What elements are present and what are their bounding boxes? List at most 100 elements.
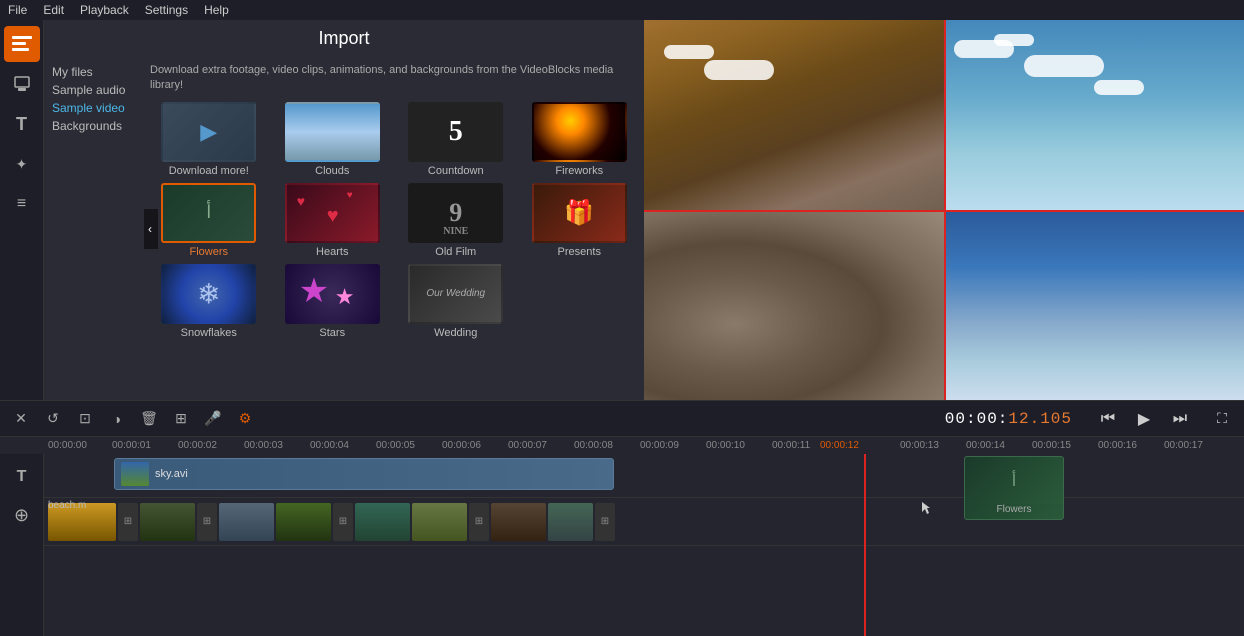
thumb-flowers[interactable]: أ Flowers	[150, 183, 268, 258]
timeline-tracks: sky.avi أ Flowers beach.m ⊞ ⊞	[44, 454, 1244, 636]
ruler-tick-8: 00:00:08	[574, 440, 613, 451]
tl-crop-btn[interactable]: ⊡	[72, 406, 98, 432]
ruler-tick-4: 00:00:04	[310, 440, 349, 451]
nav-myfiles[interactable]: My files	[52, 65, 136, 79]
thumb-hearts-label: Hearts	[316, 246, 348, 258]
main-layout: T ✦ ≡ Import My files Sample audio Sampl…	[0, 20, 1244, 400]
import-panel: Import My files Sample audio Sample vide…	[44, 20, 644, 400]
cloud-4	[1094, 80, 1144, 95]
tl-close-btn[interactable]: ✕	[8, 406, 34, 432]
clip-sky[interactable]: sky.avi	[114, 458, 614, 490]
tl-color-btn[interactable]: ◑	[104, 406, 130, 432]
transport-play[interactable]: ▶	[1130, 405, 1158, 433]
menu-file[interactable]: File	[8, 3, 27, 17]
ruler-tick-3: 00:00:03	[244, 440, 283, 451]
thumbnail-grid-row1: ▶ Download more! Clouds 5 Countdown	[150, 102, 638, 177]
beach-clips-container: beach.m ⊞ ⊞ ⊞ ⊞ ⊞	[44, 499, 619, 545]
beach-clip-7[interactable]	[491, 503, 546, 541]
left-arrow[interactable]: ‹	[144, 209, 158, 249]
beach-clip-2[interactable]	[140, 503, 195, 541]
thumb-download[interactable]: ▶ Download more!	[150, 102, 268, 177]
beach-clip-icon-4: ⊞	[469, 503, 489, 541]
menu-playback[interactable]: Playback	[80, 3, 129, 17]
oldfilm-number: 9	[449, 198, 462, 228]
thumb-snowflakes[interactable]: ❄ Snowflakes	[150, 264, 268, 339]
nav-samplevideo[interactable]: Sample video	[52, 101, 136, 115]
time-orange: 12.105	[1008, 410, 1072, 428]
menu-help[interactable]: Help	[204, 3, 229, 17]
ruler-tick-16: 00:00:16	[1098, 440, 1137, 451]
tl-text-btn[interactable]: T	[7, 462, 37, 492]
thumb-hearts[interactable]: ♥ ♥ ♥ Hearts	[274, 183, 392, 258]
download-icon: ▶	[200, 119, 217, 145]
timeline-toolbar: ✕ ↺ ⊡ ◑ 🗑 ⊞ 🎤 ⚙ 00:00:12.105 ⏮ ▶ ⏭ ⛶	[0, 400, 1244, 436]
cloud-2	[994, 34, 1034, 46]
clip-sky-label: sky.avi	[155, 468, 188, 480]
fullscreen-button[interactable]: ⛶	[1208, 405, 1236, 433]
thumb-presents[interactable]: 🎁 Presents	[521, 183, 639, 258]
menu-button[interactable]: ≡	[4, 186, 40, 222]
transport-controls: ⏮ ▶ ⏭	[1094, 405, 1194, 433]
tl-undo-btn[interactable]: ↺	[40, 406, 66, 432]
transport-rewind[interactable]: ⏮	[1094, 405, 1122, 433]
preview-sky-bottom	[944, 210, 1244, 400]
nav-backgrounds[interactable]: Backgrounds	[52, 119, 136, 133]
ruler-tick-6: 00:00:06	[442, 440, 481, 451]
presents-icon: 🎁	[564, 198, 594, 227]
fx-button[interactable]: ✦	[4, 146, 40, 182]
beach-clip-icon-3: ⊞	[333, 503, 353, 541]
thumb-clouds[interactable]: Clouds	[274, 102, 392, 177]
beach-clip-4[interactable]	[276, 503, 331, 541]
preview-divider-h	[644, 210, 1244, 212]
thumb-fireworks[interactable]: Fireworks	[521, 102, 639, 177]
beach-clip-icon-5: ⊞	[595, 503, 615, 541]
beach-clip-icon-1: ⊞	[118, 503, 138, 541]
thumb-wedding[interactable]: Our Wedding Wedding	[397, 264, 515, 339]
beach-clip-5[interactable]	[355, 503, 410, 541]
import-header: Import	[44, 20, 644, 57]
ruler-tick-5: 00:00:05	[376, 440, 415, 451]
star-icon-2: ★	[335, 284, 355, 310]
thumb-countdown-label: Countdown	[428, 165, 484, 177]
thumb-clouds-label: Clouds	[315, 165, 349, 177]
video-track-row: sky.avi أ Flowers	[44, 454, 1244, 498]
preview-stones	[644, 210, 944, 400]
import-content: ‹ Download extra footage, video clips, a…	[144, 57, 644, 400]
thumb-snowflakes-label: Snowflakes	[181, 327, 237, 339]
tl-add-btn[interactable]: ⊕	[7, 500, 37, 530]
timeline-left-panel: T ⊕	[0, 454, 44, 636]
ruler-tick-1: 00:00:01	[112, 440, 151, 451]
beach-clip-6[interactable]	[412, 503, 467, 541]
ruler-tick-15: 00:00:15	[1032, 440, 1071, 451]
thumb-stars[interactable]: ★ ★ Stars	[274, 264, 392, 339]
time-static: 00:00:	[945, 410, 1009, 428]
flowers-arabic-icon: أ	[1012, 471, 1016, 491]
clip-button[interactable]	[4, 66, 40, 102]
wedding-text: Our Wedding	[426, 288, 485, 299]
thumb-countdown[interactable]: 5 Countdown	[397, 102, 515, 177]
menu-edit[interactable]: Edit	[43, 3, 64, 17]
thumb-oldfilm[interactable]: 9 NINE Old Film	[397, 183, 515, 258]
beach-clip-label: beach.m	[48, 500, 86, 511]
preview-sky-top	[944, 20, 1244, 210]
menu-settings[interactable]: Settings	[145, 3, 188, 17]
sidebar: T ✦ ≡	[0, 20, 44, 400]
heart-icon-2: ♥	[327, 205, 339, 228]
text-button[interactable]: T	[4, 106, 40, 142]
countdown-number: 5	[449, 116, 463, 148]
transport-forward[interactable]: ⏭	[1166, 405, 1194, 433]
beach-track-row: beach.m ⊞ ⊞ ⊞ ⊞ ⊞	[44, 498, 1244, 546]
thumb-wedding-label: Wedding	[434, 327, 477, 339]
cloud-3	[1024, 55, 1104, 77]
tl-delete-btn[interactable]: 🗑	[136, 406, 162, 432]
beach-clip-3[interactable]	[219, 503, 274, 541]
flowers-thumb: أ	[965, 457, 1063, 504]
tl-overlay-btn[interactable]: ⊞	[168, 406, 194, 432]
tl-audio-btn[interactable]: 🎤	[200, 406, 226, 432]
beach-clip-8[interactable]	[548, 503, 593, 541]
import-description: Download extra footage, video clips, ani…	[150, 63, 638, 94]
nav-sampleaudio[interactable]: Sample audio	[52, 83, 136, 97]
tl-settings-btn[interactable]: ⚙	[232, 406, 258, 432]
flowers-arabic: أ	[202, 198, 215, 227]
import-button[interactable]	[4, 26, 40, 62]
